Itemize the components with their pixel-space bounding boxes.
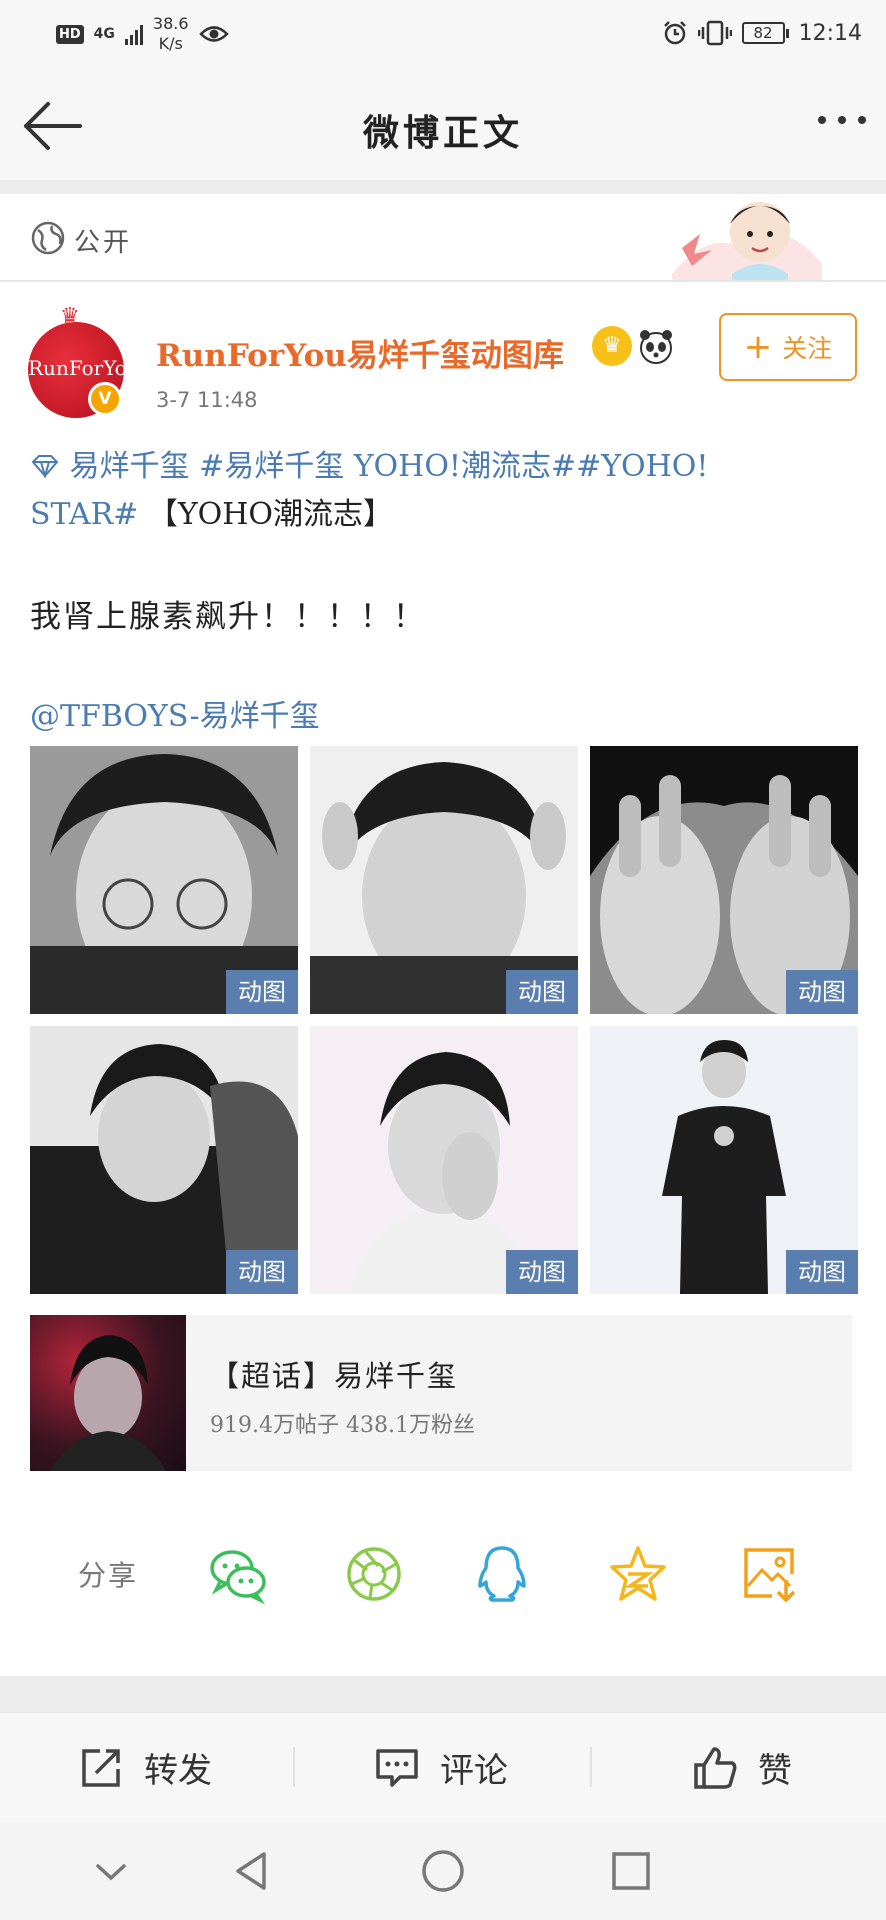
network-speed: 38.6 K/s	[153, 14, 189, 54]
vip-crown-icon: ♛	[592, 326, 632, 366]
panda-badge-icon	[640, 330, 672, 364]
action-bar: 转发 评论 赞	[0, 1712, 886, 1822]
save-image-icon[interactable]	[738, 1542, 802, 1606]
plus-icon: +	[743, 327, 773, 367]
gif-badge: 动图	[506, 970, 578, 1014]
chevron-down-icon[interactable]	[86, 1846, 136, 1896]
section-divider	[0, 180, 886, 194]
home-circle-icon[interactable]	[418, 1846, 468, 1896]
comment-icon	[376, 1748, 418, 1787]
action-divider	[590, 1747, 592, 1787]
page-title: 微博正文	[362, 112, 523, 154]
post-text-line-2: STAR# 【YOHO潮流志】	[30, 490, 860, 540]
post-text-bracket: 【YOHO潮流志】	[138, 497, 394, 532]
share-label: 分享	[78, 1559, 139, 1592]
section-divider	[0, 1676, 886, 1712]
moments-icon[interactable]	[342, 1542, 406, 1606]
gif-thumbnail-6[interactable]: 动图	[590, 1026, 858, 1294]
gif-thumbnail-4[interactable]: 动图	[30, 1026, 298, 1294]
post-time: 3-7 11:48	[156, 388, 258, 412]
status-left: HD 4G 38.6 K/s	[56, 14, 229, 54]
gif-badge: 动图	[226, 1250, 298, 1294]
gif-thumbnail-2[interactable]: 动图	[310, 746, 578, 1014]
username[interactable]: RunForYou易烊千玺动图库	[156, 330, 564, 375]
recents-square-icon[interactable]	[606, 1846, 656, 1896]
like-button[interactable]: 赞	[692, 1743, 792, 1792]
follow-button[interactable]: + 关注	[719, 313, 857, 381]
speed-value: 38.6	[152, 14, 189, 33]
crown-icon: ♛	[60, 304, 80, 329]
topic-hashtag-link[interactable]: 易烊千玺 #易烊千玺 YOHO!潮流志##YOHO!	[70, 449, 709, 484]
eye-icon	[198, 26, 229, 42]
hashtag-link-end[interactable]: STAR#	[30, 497, 138, 532]
signal-icon	[124, 23, 143, 45]
gif-badge: 动图	[786, 970, 858, 1014]
action-divider	[293, 1747, 295, 1787]
diamond-icon	[31, 455, 59, 480]
navigation-bar: 微博正文	[0, 72, 886, 180]
system-navigation-bar	[0, 1822, 886, 1920]
share-row: 分享	[0, 1536, 886, 1616]
back-triangle-icon[interactable]	[228, 1846, 278, 1896]
visibility-label: 公开	[74, 228, 133, 258]
mention-link[interactable]: @TFBOYS-易烊千玺	[30, 699, 320, 734]
topic-stats: 919.4万帖子 438.1万粉丝	[210, 1413, 475, 1438]
status-right: 82 12:14	[662, 20, 862, 46]
comment-label: 评论	[440, 1751, 508, 1791]
gif-thumbnail-1[interactable]: 动图	[30, 746, 298, 1014]
like-label: 赞	[758, 1751, 792, 1791]
hd-badge: HD	[56, 24, 84, 44]
gif-thumbnail-5[interactable]: 动图	[310, 1026, 578, 1294]
status-bar: HD 4G 38.6 K/s 82 12:14	[0, 0, 886, 72]
qzone-star-icon[interactable]	[606, 1542, 670, 1606]
super-topic-card[interactable]: 【超话】易烊千玺 919.4万帖子 438.1万粉丝	[30, 1315, 852, 1471]
gif-badge: 动图	[226, 970, 298, 1014]
status-time: 12:14	[798, 20, 862, 46]
mention-line: @TFBOYS-易烊千玺	[30, 692, 860, 742]
globe-icon	[31, 221, 65, 255]
gif-thumbnail-3[interactable]: 动图	[590, 746, 858, 1014]
post-text-line-1: 易烊千玺 #易烊千玺 YOHO!潮流志##YOHO!	[30, 442, 860, 492]
vibrate-icon	[697, 20, 732, 46]
comment-button[interactable]: 评论	[374, 1743, 508, 1792]
network-type: 4G	[93, 26, 115, 42]
alarm-icon	[663, 21, 686, 45]
gif-badge: 动图	[786, 1250, 858, 1294]
verified-badge: V	[88, 382, 122, 416]
decoration-sticker	[672, 202, 822, 280]
visibility-row: 公开	[0, 194, 886, 282]
thumbs-up-icon	[694, 1746, 737, 1789]
wechat-icon[interactable]	[206, 1542, 270, 1606]
repost-icon	[82, 1748, 120, 1787]
follow-label: 关注	[782, 334, 833, 363]
repost-label: 转发	[144, 1751, 212, 1791]
avatar-logo: RunForYou	[28, 356, 140, 380]
speed-unit: K/s	[158, 34, 183, 53]
more-options-icon[interactable]	[818, 116, 866, 124]
post-text-line-3: 我肾上腺素飙升！！！！！	[30, 599, 426, 635]
qq-icon[interactable]	[470, 1542, 534, 1606]
battery-level: 82	[741, 22, 785, 44]
battery-icon: 82	[741, 22, 789, 44]
repost-button[interactable]: 转发	[78, 1743, 212, 1792]
topic-title: 【超话】易烊千玺	[210, 1359, 459, 1393]
gif-badge: 动图	[506, 1250, 578, 1294]
topic-cover-image	[30, 1315, 186, 1471]
